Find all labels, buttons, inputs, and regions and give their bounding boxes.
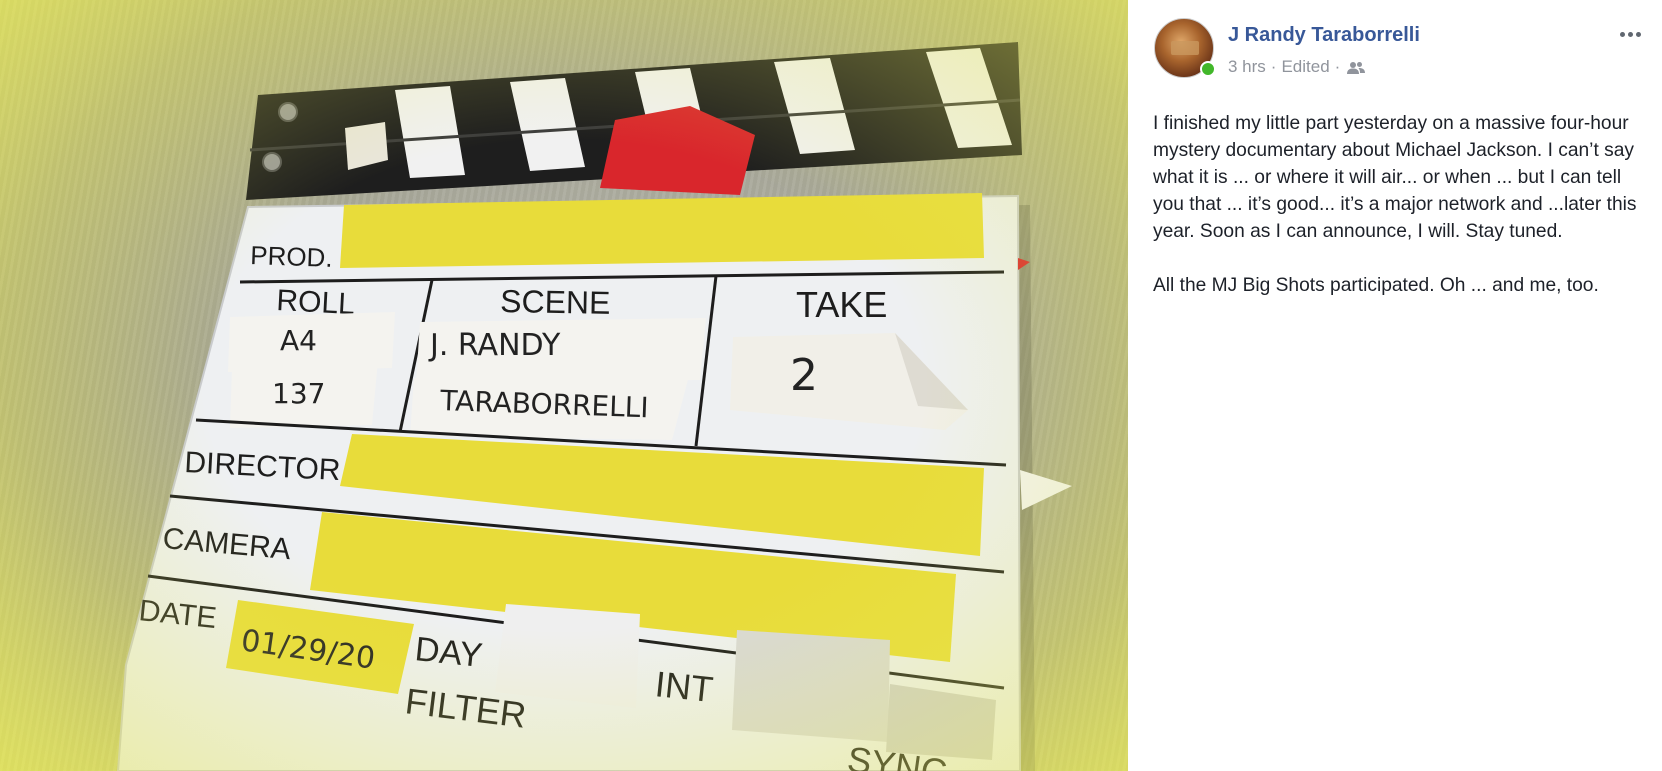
meta-separator: ·	[1270, 57, 1277, 76]
post-meta: 3 hrs · Edited ·	[1228, 57, 1366, 77]
more-options-icon[interactable]	[1612, 22, 1648, 46]
svg-text:TAKE: TAKE	[796, 284, 887, 325]
edited-label[interactable]: Edited	[1281, 57, 1329, 77]
author-name[interactable]: J Randy Taraborrelli	[1228, 24, 1420, 47]
svg-text:SCENE: SCENE	[500, 283, 611, 321]
post-text: I finished my little part yesterday on a…	[1153, 110, 1648, 326]
post-paragraph: I finished my little part yesterday on a…	[1153, 113, 1637, 242]
svg-text:PROD.: PROD.	[250, 240, 333, 273]
svg-text:A4: A4	[280, 324, 317, 357]
meta-separator: ·	[1334, 57, 1341, 76]
post-paragraph: All the MJ Big Shots participated. Oh ..…	[1153, 275, 1599, 296]
post-panel: J Randy Taraborrelli 3 hrs · Edited · I …	[1128, 0, 1662, 771]
svg-text:J. RANDY: J. RANDY	[428, 328, 561, 363]
clapperboard: PROD. ROLL SCENE TAKE A4 137 J. RANDY TA…	[116, 42, 1072, 771]
svg-text:INT: INT	[653, 663, 715, 710]
clapper-stick	[246, 42, 1022, 200]
online-status-dot	[1200, 61, 1216, 77]
svg-text:2: 2	[790, 350, 818, 401]
svg-text:DAY: DAY	[413, 630, 484, 675]
svg-text:137: 137	[272, 377, 325, 410]
post-photo[interactable]: PROD. ROLL SCENE TAKE A4 137 J. RANDY TA…	[0, 0, 1128, 771]
friends-icon[interactable]	[1347, 60, 1366, 74]
post-timestamp[interactable]: 3 hrs	[1228, 57, 1266, 77]
